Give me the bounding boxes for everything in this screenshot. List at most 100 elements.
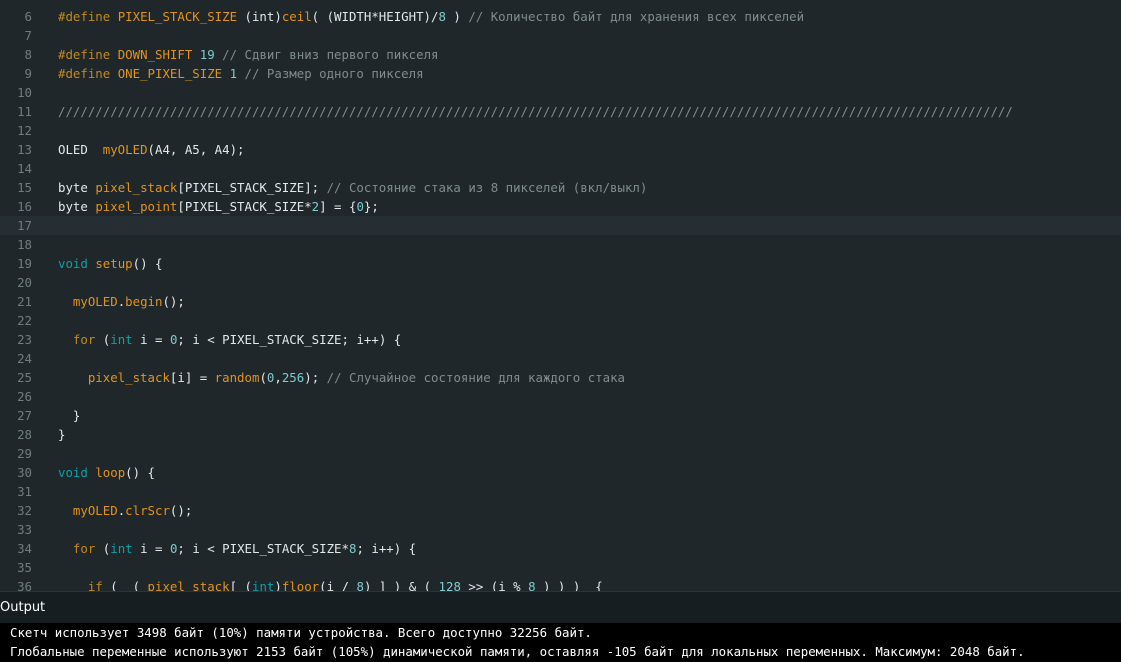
code-line[interactable]: 36 if ( ( pixel_stack[ (int)floor(i / 8)… [0,577,1121,591]
code-line[interactable]: 30 void loop() { [0,463,1121,482]
code-line[interactable]: 33 [0,520,1121,539]
code-text: byte pixel_point[PIXEL_STACK_SIZE*2] = {… [58,197,379,216]
code-token: myOLED [72,294,118,309]
code-line[interactable]: 25 pixel_stack[i] = random(0,256); // Сл… [0,368,1121,387]
code-line[interactable]: 28} [0,425,1121,444]
output-line-1: Скетч использует 3498 байт (10%) памяти … [10,625,592,640]
line-number: 20 [17,275,32,290]
code-text: #define ONE_PIXEL_SIZE 1 // Размер одног… [58,64,424,83]
code-line[interactable]: 29 [0,444,1121,463]
line-number: 17 [17,218,32,233]
code-token: () { [132,256,163,271]
code-line[interactable]: 12 [0,121,1121,140]
code-line[interactable]: 17 [0,216,1121,235]
code-line[interactable]: 34 for (int i = 0; i < PIXEL_STACK_SIZE*… [0,539,1121,558]
code-token: ) ) ) { [535,579,603,591]
code-token: () { [125,465,155,480]
code-token: clrScr [125,503,170,518]
code-token: , [274,370,282,385]
code-token: ; i < PIXEL_STACK_SIZE; i++) { [177,332,402,347]
code-text: OLED myOLED(A4, A5, A4); [58,140,245,159]
line-number: 7 [24,28,32,43]
code-line[interactable]: 31 [0,482,1121,501]
output-console[interactable]: Скетч использует 3498 байт (10%) памяти … [0,623,1121,662]
code-line[interactable]: 32 myOLED.clrScr(); [0,501,1121,520]
code-token: 0 [356,199,364,214]
code-token: >> (i % [460,579,529,591]
code-line[interactable]: 10 [0,83,1121,102]
line-number: 29 [17,446,32,461]
code-line[interactable]: 27 } [0,406,1121,425]
code-token: #define [58,66,118,81]
code-text: #define PIXEL_STACK_SIZE (int)ceil( (WID… [58,7,804,26]
code-token: (i / [319,579,357,591]
line-number: 35 [17,560,32,575]
code-line[interactable]: 16 byte pixel_point[PIXEL_STACK_SIZE*2] =… [0,197,1121,216]
line-number: 23 [17,332,32,347]
code-token: ( [95,541,111,556]
code-line[interactable]: 24 [0,349,1121,368]
line-number: 6 [24,9,32,24]
code-token: loop [95,465,126,480]
code-line[interactable]: 15 byte pixel_stack[PIXEL_STACK_SIZE]; //… [0,178,1121,197]
code-text: for (int i = 0; i < PIXEL_STACK_SIZE*8; … [58,539,416,558]
code-text: if ( ( pixel_stack[ (int)floor(i / 8) ] … [58,577,603,591]
line-number: 10 [17,85,32,100]
code-token: myOLED [102,142,148,157]
code-line[interactable]: 26 [0,387,1121,406]
code-token: (int) [237,9,282,24]
line-number: 24 [17,351,32,366]
code-line[interactable]: 35 [0,558,1121,577]
code-token: }; [363,199,379,214]
line-number: 34 [17,541,32,556]
code-line[interactable]: 6 #define PIXEL_STACK_SIZE (int)ceil( (WI… [0,7,1121,26]
code-token: 8 [438,9,446,24]
code-token: (A4, A5, A4); [147,142,245,157]
code-line[interactable]: 11 //////////////////////////////////////… [0,102,1121,121]
line-number: 27 [17,408,32,423]
code-token: DOWN_SHIFT [117,47,193,62]
code-text: ////////////////////////////////////////… [58,102,1013,121]
code-line[interactable]: 14 [0,159,1121,178]
code-token: begin [125,294,163,309]
line-number: 36 [17,579,32,591]
code-line[interactable]: 22 [0,311,1121,330]
code-line[interactable]: 18 [0,235,1121,254]
code-text: pixel_stack[i] = random(0,256); // Случа… [58,368,625,387]
code-token: if [87,579,103,591]
line-number: 30 [17,465,32,480]
code-text: } [58,406,80,425]
line-number: 16 [17,199,32,214]
code-token: } [58,408,81,423]
code-text: void loop() { [58,463,155,482]
code-line[interactable]: 20 [0,273,1121,292]
code-line[interactable]: 13 OLED myOLED(A4, A5, A4); [0,140,1121,159]
code-editor[interactable]: 6 #define PIXEL_STACK_SIZE (int)ceil( (WI… [0,0,1121,591]
line-number: 8 [24,47,32,62]
line-number: 12 [17,123,32,138]
code-line[interactable]: 23 for (int i = 0; i < PIXEL_STACK_SIZE;… [0,330,1121,349]
code-text: #define DOWN_SHIFT 19 // Сдвиг вниз перв… [58,45,439,64]
code-token: ceil [281,9,312,24]
code-line[interactable]: 9 #define ONE_PIXEL_SIZE 1 // Размер одно… [0,64,1121,83]
code-token: setup [95,256,133,271]
code-token: void [58,256,96,271]
code-line[interactable]: 8 #define DOWN_SHIFT 19 // Сдвиг вниз пер… [0,45,1121,64]
line-number: 15 [17,180,32,195]
code-line[interactable]: 19 void setup() { [0,254,1121,273]
line-number: 32 [17,503,32,518]
code-token: [PIXEL_STACK_SIZE* [177,199,312,214]
code-line[interactable]: 21 myOLED.begin(); [0,292,1121,311]
line-number: 11 [17,104,32,119]
code-token: ; i < PIXEL_STACK_SIZE* [177,541,349,556]
code-token: pixel_stack [147,579,230,591]
code-token: pixel_point [95,199,178,214]
code-line[interactable]: 7 [0,26,1121,45]
code-token: byte [58,180,96,195]
line-number: 28 [17,427,32,442]
line-number: 26 [17,389,32,404]
code-token: ( [95,332,111,347]
